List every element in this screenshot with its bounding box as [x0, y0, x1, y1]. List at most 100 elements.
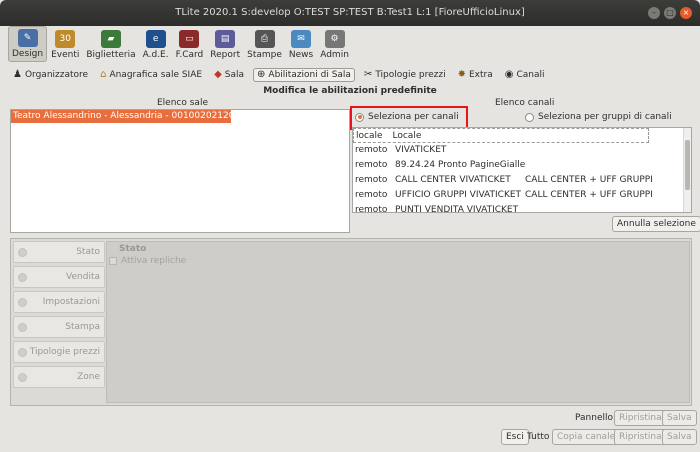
- ripristina-all-button[interactable]: Ripristina: [614, 429, 667, 445]
- cell-nome: VIVATICKET: [395, 145, 447, 155]
- side-tab-tipologie-prezzi[interactable]: Tipologie prezzi: [13, 341, 105, 363]
- cell-nome: PUNTI VENDITA VIVATICKET: [395, 205, 519, 213]
- toolbar-news-button[interactable]: ✉ News: [286, 26, 316, 62]
- side-tab-label: Vendita: [66, 272, 100, 282]
- radio-seleziona-canali[interactable]: Seleziona per canali: [355, 112, 459, 122]
- toolbar-stampe-button[interactable]: ⎙ Stampe: [244, 26, 285, 62]
- toolbar-label: Report: [210, 50, 241, 60]
- sale-list[interactable]: Teatro Alessandrino - Alessandria - 0010…: [10, 109, 350, 233]
- extra-icon: ✸: [457, 69, 466, 80]
- sub-canali[interactable]: ◉ Canali: [502, 69, 548, 81]
- toolbar-admin-button[interactable]: ⚙ Admin: [317, 26, 352, 62]
- toolbar-label: Admin: [320, 50, 349, 60]
- sub-abilitazioni-sala[interactable]: ⊕ Abilitazioni di Sala: [253, 68, 355, 82]
- toolbar-label: Stampe: [247, 50, 282, 60]
- side-tab-label: Stampa: [65, 322, 100, 332]
- side-tab-label: Stato: [76, 247, 100, 257]
- side-tab-vendita[interactable]: Vendita: [13, 266, 105, 288]
- canali-list[interactable]: locale Locale remoto VIVATICKET remoto 8…: [352, 127, 692, 213]
- sub-tipologie-prezzi[interactable]: ✂ Tipologie prezzi: [361, 69, 449, 81]
- radio-label: Seleziona per canali: [368, 112, 459, 122]
- sub-label: Abilitazioni di Sala: [268, 70, 351, 80]
- window-title: TLite 2020.1 S:develop O:TEST SP:TEST B:…: [175, 7, 525, 18]
- attiva-repliche-checkbox[interactable]: Attiva repliche: [109, 256, 186, 266]
- status-dot-icon: [18, 372, 27, 382]
- title-bar: TLite 2020.1 S:develop O:TEST SP:TEST B:…: [0, 0, 700, 26]
- salva-panel-button[interactable]: Salva: [662, 410, 697, 426]
- side-tab-label: Zone: [77, 372, 100, 382]
- status-dot-icon: [18, 347, 27, 357]
- side-tab-stato[interactable]: Stato: [13, 241, 105, 263]
- toolbar-report-button[interactable]: ▤ Report: [207, 26, 243, 62]
- toolbar-label: F.Card: [175, 50, 204, 60]
- side-tab-label: Impostazioni: [42, 297, 100, 307]
- table-row[interactable]: remoto PUNTI VENDITA VIVATICKET: [353, 203, 691, 213]
- ticket-icon: ▰: [101, 30, 121, 48]
- maximize-button[interactable]: □: [664, 7, 676, 19]
- esci-button[interactable]: Esci: [501, 429, 529, 445]
- checkbox-icon: [109, 256, 117, 265]
- window-controls: – □ ×: [648, 7, 692, 19]
- panel-content: Stato Attiva repliche: [106, 241, 690, 403]
- status-dot-icon: [18, 322, 27, 332]
- cell-tipo: remoto: [355, 145, 388, 155]
- sub-anagrafica-sale[interactable]: ⌂ Anagrafica sale SIAE: [97, 69, 205, 81]
- radio-label: Seleziona per gruppi di canali: [538, 112, 672, 122]
- person-icon: ♟: [13, 69, 22, 80]
- table-row[interactable]: remoto 89.24.24 Pronto PagineGialle: [353, 158, 691, 173]
- sub-label: Extra: [468, 70, 493, 80]
- side-tab-impostazioni[interactable]: Impostazioni: [13, 291, 105, 313]
- cell-gruppo: [511, 129, 648, 142]
- scrollbar-thumb[interactable]: [685, 140, 690, 190]
- calendar-icon: 30: [55, 30, 76, 48]
- copia-canale-button[interactable]: Copia canale: [552, 429, 621, 445]
- sub-toolbar: ♟ Organizzatore ⌂ Anagrafica sale SIAE ◆…: [10, 66, 548, 84]
- side-tab-zone[interactable]: Zone: [13, 366, 105, 388]
- sub-organizzatore[interactable]: ♟ Organizzatore: [10, 69, 91, 81]
- toolbar-fcard-button[interactable]: ▭ F.Card: [173, 26, 207, 62]
- toolbar-ade-button[interactable]: e A.d.E.: [140, 26, 172, 62]
- report-icon: ▤: [215, 30, 236, 48]
- mail-icon: ✉: [291, 30, 312, 48]
- ripristina-panel-button[interactable]: Ripristina: [614, 410, 667, 426]
- sub-label: Sala: [224, 70, 245, 80]
- salva-all-button[interactable]: Salva: [662, 429, 697, 445]
- sub-label: Canali: [516, 70, 545, 80]
- sub-label: Anagrafica sale SIAE: [109, 70, 203, 80]
- status-dot-icon: [18, 297, 27, 307]
- cell-nome: Locale: [392, 131, 422, 141]
- radio-seleziona-gruppi[interactable]: Seleziona per gruppi di canali: [525, 112, 672, 122]
- toolbar-design-button[interactable]: ✎ Design: [8, 26, 48, 62]
- table-row[interactable]: remoto UFFICIO GRUPPI VIVATICKET CALL CE…: [353, 188, 691, 203]
- side-tab-stampa[interactable]: Stampa: [13, 316, 105, 338]
- cell-nome: CALL CENTER VIVATICKET: [395, 175, 511, 185]
- canali-scrollbar[interactable]: [683, 128, 691, 212]
- status-dot-icon: [18, 272, 27, 282]
- cell-tipo: remoto: [355, 190, 388, 200]
- toolbar-label: Design: [12, 49, 44, 59]
- close-button[interactable]: ×: [680, 7, 692, 19]
- cell-gruppo: CALL CENTER + UFF GRUPPI: [525, 175, 653, 185]
- globe-icon: ⊕: [257, 69, 266, 80]
- gears-icon: ⚙: [324, 30, 345, 48]
- table-row[interactable]: remoto VIVATICKET: [353, 143, 691, 158]
- toolbar-eventi-button[interactable]: 30 Eventi: [48, 26, 82, 62]
- radio-unchecked-icon: [525, 112, 534, 122]
- pannello-label: Pannello: [575, 413, 613, 423]
- sub-extra[interactable]: ✸ Extra: [455, 69, 496, 81]
- table-row[interactable]: remoto CALL CENTER VIVATICKET CALL CENTE…: [353, 173, 691, 188]
- cell-gruppo: CALL CENTER + UFF GRUPPI: [525, 190, 653, 200]
- table-row[interactable]: locale Locale: [353, 128, 649, 143]
- sub-sala[interactable]: ◆ Sala: [211, 69, 247, 81]
- list-item[interactable]: Teatro Alessandrino - Alessandria - 0010…: [11, 110, 246, 123]
- design-icon: ✎: [17, 29, 38, 47]
- side-tab-label: Tipologie prezzi: [29, 347, 100, 357]
- toolbar-label: News: [288, 50, 314, 60]
- elenco-sale-label: Elenco sale: [157, 98, 208, 108]
- toolbar-label: Biglietteria: [86, 50, 136, 60]
- cell-tipo: locale: [356, 131, 383, 141]
- toolbar-biglietteria-button[interactable]: ▰ Biglietteria: [83, 26, 138, 62]
- minimize-button[interactable]: –: [648, 7, 660, 19]
- annulla-selezione-button[interactable]: Annulla selezione: [612, 216, 700, 232]
- status-dot-icon: [18, 247, 27, 257]
